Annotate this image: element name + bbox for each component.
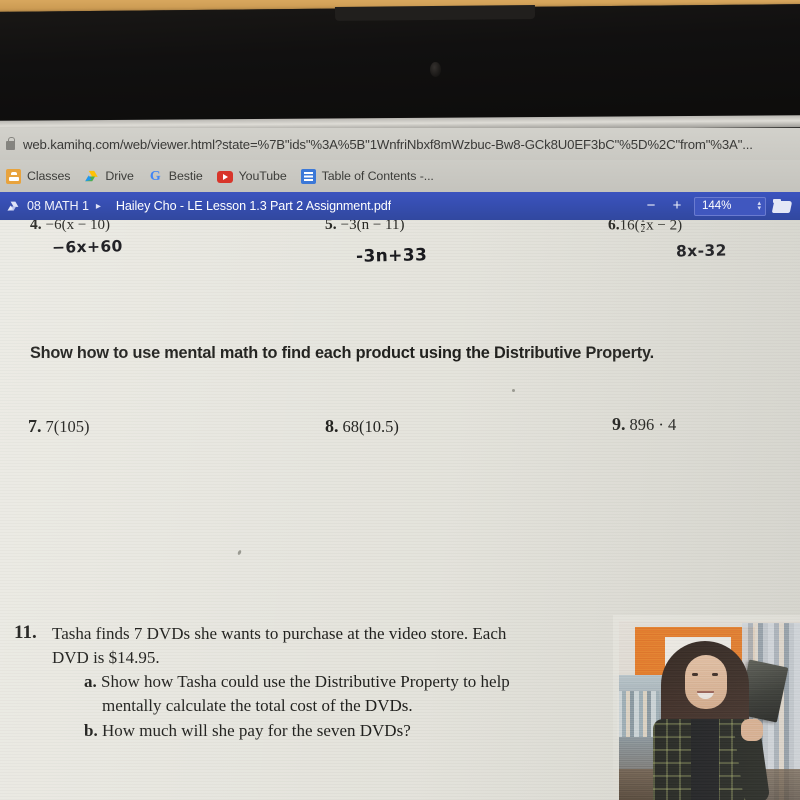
zoom-level-value: 144% xyxy=(702,200,732,212)
word-problem-line-1: Tasha finds 7 DVDs she wants to purchase… xyxy=(52,624,507,643)
open-folder-icon[interactable] xyxy=(773,198,793,214)
chevron-right-icon: ▸ xyxy=(95,200,101,212)
bookmark-classes[interactable]: Classes xyxy=(6,168,71,184)
problem-expression: 896 · 4 xyxy=(629,415,677,434)
bookmark-table-of-contents[interactable]: Table of Contents -... xyxy=(300,168,434,184)
word-problem-part-b: b. How much will she pay for the seven D… xyxy=(84,719,604,743)
part-b-label: b. xyxy=(84,720,98,740)
problem-6: 6.16( 1 2 x − 2) xyxy=(608,220,682,236)
zoom-in-button[interactable]: + xyxy=(664,196,690,216)
problem-expression: −6(x − 10) xyxy=(45,220,111,233)
browser-screen: web.kamihq.com/web/viewer.html?state=%7B… xyxy=(0,128,800,800)
document-title: Hailey Cho - LE Lesson 1.3 Part 2 Assign… xyxy=(115,199,392,213)
bookmark-bestie[interactable]: G Bestie xyxy=(148,169,203,184)
lock-icon[interactable] xyxy=(4,136,17,152)
fraction-numerator: 1 xyxy=(641,220,646,224)
google-drive-icon xyxy=(6,200,20,213)
bookmark-label: Drive xyxy=(105,169,134,183)
problem-expression: 68(10.5) xyxy=(342,417,399,436)
zoom-level-select[interactable]: 144% ▴ ▾ xyxy=(694,196,766,216)
part-a-line-1: Show how Tasha could use the Distributiv… xyxy=(101,672,510,692)
problem-expression: 7(105) xyxy=(45,417,90,436)
laptop-hinge xyxy=(334,5,536,21)
handwritten-answer-4: −6x+60 xyxy=(51,237,123,257)
part-b-text: How much will she pay for the seven DVDs… xyxy=(101,720,411,740)
bookmark-label: Classes xyxy=(27,169,71,183)
fraction-denominator: 2 xyxy=(640,224,646,235)
google-g-icon: G xyxy=(149,168,161,184)
kami-viewer-toolbar: 08 MATH 1 ▸ Hailey Cho - LE Lesson 1.3 P… xyxy=(0,192,800,220)
kami-toolbar-left: 08 MATH 1 ▸ Hailey Cho - LE Lesson 1.3 P… xyxy=(6,199,638,213)
problem-7: 7. 7(105) xyxy=(28,416,90,437)
url-text[interactable]: web.kamihq.com/web/viewer.html?state=%7B… xyxy=(23,137,753,152)
problem-4: 4. −6(x − 10) xyxy=(30,220,110,234)
google-docs-icon xyxy=(300,168,316,184)
section-instruction: Show how to use mental math to find each… xyxy=(30,344,654,362)
photo-border xyxy=(613,615,800,800)
dust-speck xyxy=(237,549,242,556)
handwritten-answer-6: 8x-32 xyxy=(675,241,727,261)
bookmark-youtube[interactable]: YouTube xyxy=(216,169,287,183)
textbook-photo xyxy=(613,615,800,800)
word-problem-11: 11. Tasha finds 7 DVDs she wants to purc… xyxy=(14,622,604,743)
problem-expression-prefix: 16( xyxy=(619,220,640,234)
problem-number: 8. xyxy=(325,416,339,436)
bookmark-label: YouTube xyxy=(238,169,287,183)
fraction-one-half: 1 2 xyxy=(640,220,646,235)
problem-number: 7. xyxy=(28,416,42,436)
breadcrumb-folder[interactable]: 08 MATH 1 xyxy=(27,199,89,213)
problem-number: 11. xyxy=(14,622,37,643)
problem-number: 4. xyxy=(30,220,42,233)
part-a-label: a. xyxy=(84,672,97,692)
bookmark-drive[interactable]: Drive xyxy=(84,169,134,184)
webcam-icon xyxy=(430,62,441,77)
zoom-out-button[interactable]: − xyxy=(638,196,664,216)
bookmark-label: Bestie xyxy=(168,169,203,183)
google-classroom-icon xyxy=(6,168,21,184)
part-a-line-2: mentally calculate the total cost of the… xyxy=(102,696,413,716)
problem-expression-suffix: x − 2) xyxy=(646,220,683,234)
dust-speck xyxy=(512,389,515,392)
word-problem-part-a: a. Show how Tasha could use the Distribu… xyxy=(84,670,604,694)
problem-5: 5. −3(n − 11) xyxy=(325,220,404,234)
handwritten-answer-5: -3n+33 xyxy=(355,245,428,267)
problem-number: 5. xyxy=(325,220,337,233)
problem-number: 6. xyxy=(608,220,620,234)
spinner-down-icon: ▾ xyxy=(757,205,761,212)
word-problem-line-2: DVD is $14.95. xyxy=(52,648,160,668)
address-bar[interactable]: web.kamihq.com/web/viewer.html?state=%7B… xyxy=(0,128,800,160)
problem-8: 8. 68(10.5) xyxy=(325,416,399,437)
problem-9: 9. 896 · 4 xyxy=(612,414,676,435)
stepper-arrows-icon[interactable]: ▴ ▾ xyxy=(757,200,761,212)
google-drive-icon xyxy=(84,169,99,184)
youtube-icon xyxy=(216,171,233,183)
laptop-photo-frame: web.kamihq.com/web/viewer.html?state=%7B… xyxy=(0,0,800,800)
pdf-page: 4. −6(x − 10) 5. −3(n − 11) 6.16( 1 2 x … xyxy=(0,220,800,800)
problem-expression: −3(n − 11) xyxy=(340,220,405,233)
bookmarks-bar: Classes Drive G Bestie YouTube Table of … xyxy=(0,160,800,192)
kami-toolbar-right: − + 144% ▴ ▾ xyxy=(638,196,796,216)
problem-number: 9. xyxy=(612,414,626,434)
bookmark-label: Table of Contents -... xyxy=(321,169,434,183)
